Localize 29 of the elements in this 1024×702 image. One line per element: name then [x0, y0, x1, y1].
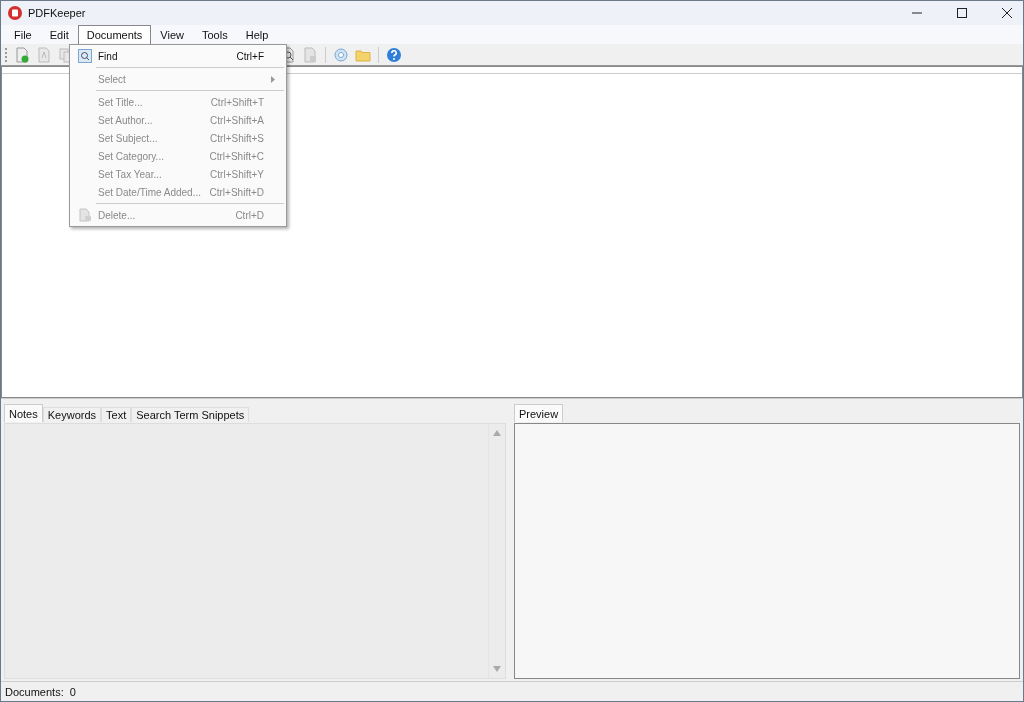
search-icon	[78, 49, 92, 63]
menu-item[interactable]: Documents	[77, 25, 152, 44]
add-document-icon[interactable]	[14, 46, 30, 63]
status-text: Documents: 0	[5, 685, 76, 698]
scroll-down-icon[interactable]	[493, 666, 501, 672]
toolbar-grip	[5, 47, 9, 62]
notes-text-area[interactable]	[4, 423, 506, 679]
app-logo-icon	[8, 6, 22, 20]
help-icon[interactable]	[386, 46, 402, 63]
close-icon[interactable]	[1001, 7, 1013, 19]
scroll-up-icon[interactable]	[493, 430, 501, 436]
tab[interactable]: Search Term Snippets	[131, 407, 250, 422]
window-title: PDFKeeper	[28, 7, 86, 19]
menu-item[interactable]: Tools	[193, 25, 237, 44]
document-icon	[78, 208, 92, 222]
menu-item[interactable]: File	[5, 25, 41, 44]
menu-entry[interactable]: Find Ctrl+F	[72, 47, 284, 65]
tab[interactable]: Notes	[4, 404, 43, 422]
tab[interactable]: Preview	[514, 404, 564, 422]
submenu-arrow-icon	[271, 75, 275, 83]
tab[interactable]: Text	[101, 407, 132, 422]
document-icon[interactable]	[302, 46, 318, 63]
menu-item[interactable]: View	[151, 25, 193, 44]
menu-item[interactable]: Edit	[40, 25, 78, 44]
maximize-icon[interactable]	[956, 7, 968, 19]
menu-item[interactable]: Help	[236, 25, 278, 44]
settings-icon[interactable]	[333, 46, 349, 63]
tab[interactable]: Keywords	[42, 407, 102, 422]
document-icon[interactable]	[36, 46, 52, 63]
